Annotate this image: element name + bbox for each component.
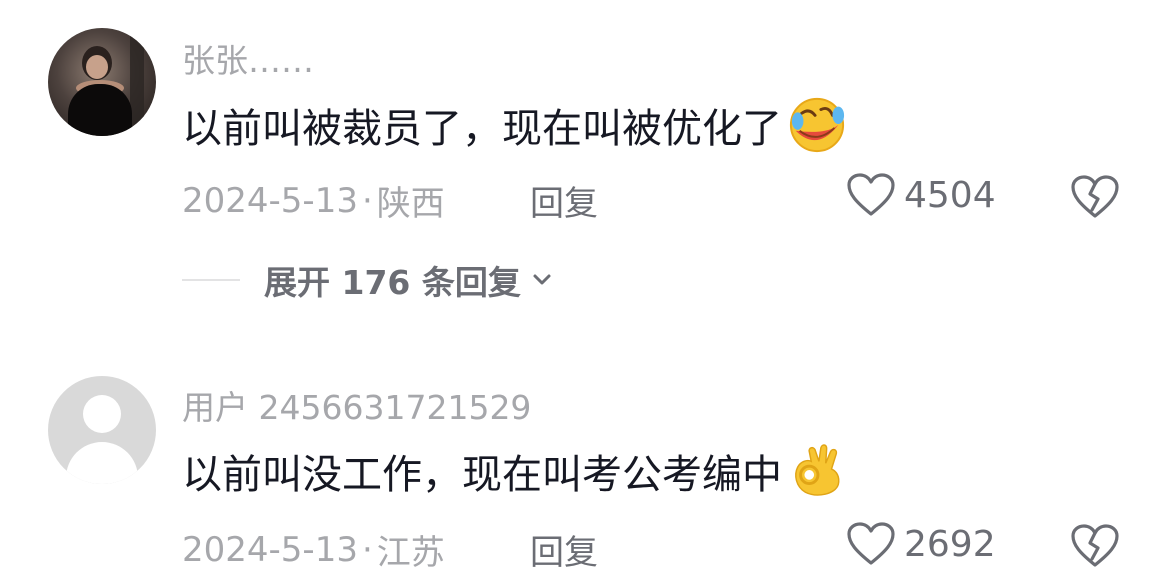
default-avatar-head (83, 395, 121, 433)
like-count: 4504 (904, 174, 996, 216)
meta-separator: · (361, 529, 373, 570)
comment-text-content: 以前叫被裁员了，现在叫被优化了 (182, 106, 782, 152)
expand-replies-button[interactable]: 展开 176 条回复 (182, 256, 555, 304)
comment-text: 以前叫没工作，现在叫考公考编中 (182, 442, 846, 500)
comment-location: 陕西 (376, 184, 445, 224)
broken-heart-icon[interactable] (1070, 523, 1120, 569)
ok-hand-emoji-icon (795, 444, 840, 496)
broken-heart-icon[interactable] (1070, 174, 1120, 220)
comment-meta: 2024-5-13 · 陕西 (182, 176, 445, 225)
comment-meta: 2024-5-13 · 江苏 (182, 525, 445, 574)
username[interactable]: 张张…… (182, 34, 314, 82)
avatar[interactable] (48, 28, 156, 136)
heart-icon (847, 173, 895, 216)
username[interactable]: 用户 2456631721529 (182, 381, 531, 429)
default-avatar-body (66, 442, 138, 484)
comment-date: 2024-5-13 (182, 180, 358, 221)
comment-text: 以前叫被裁员了，现在叫被优化了 (182, 96, 846, 154)
avatar[interactable] (48, 376, 156, 484)
comment-location: 江苏 (376, 533, 445, 573)
comment-text-content: 以前叫没工作，现在叫考公考编中 (182, 452, 782, 498)
expand-replies-label: 展开 176 条回复 (264, 263, 521, 302)
like-count: 2692 (904, 523, 996, 565)
expand-divider (182, 279, 240, 281)
rolling-on-floor-laughing-emoji-icon (789, 97, 845, 153)
chevron-down-icon (533, 274, 551, 285)
meta-separator: · (361, 180, 373, 221)
comment-date: 2024-5-13 (182, 529, 358, 570)
reply-button[interactable]: 回复 (530, 525, 598, 574)
like-button[interactable]: 4504 (846, 172, 996, 218)
like-button[interactable]: 2692 (846, 521, 996, 567)
reply-button[interactable]: 回复 (530, 176, 598, 225)
heart-icon (847, 522, 895, 565)
